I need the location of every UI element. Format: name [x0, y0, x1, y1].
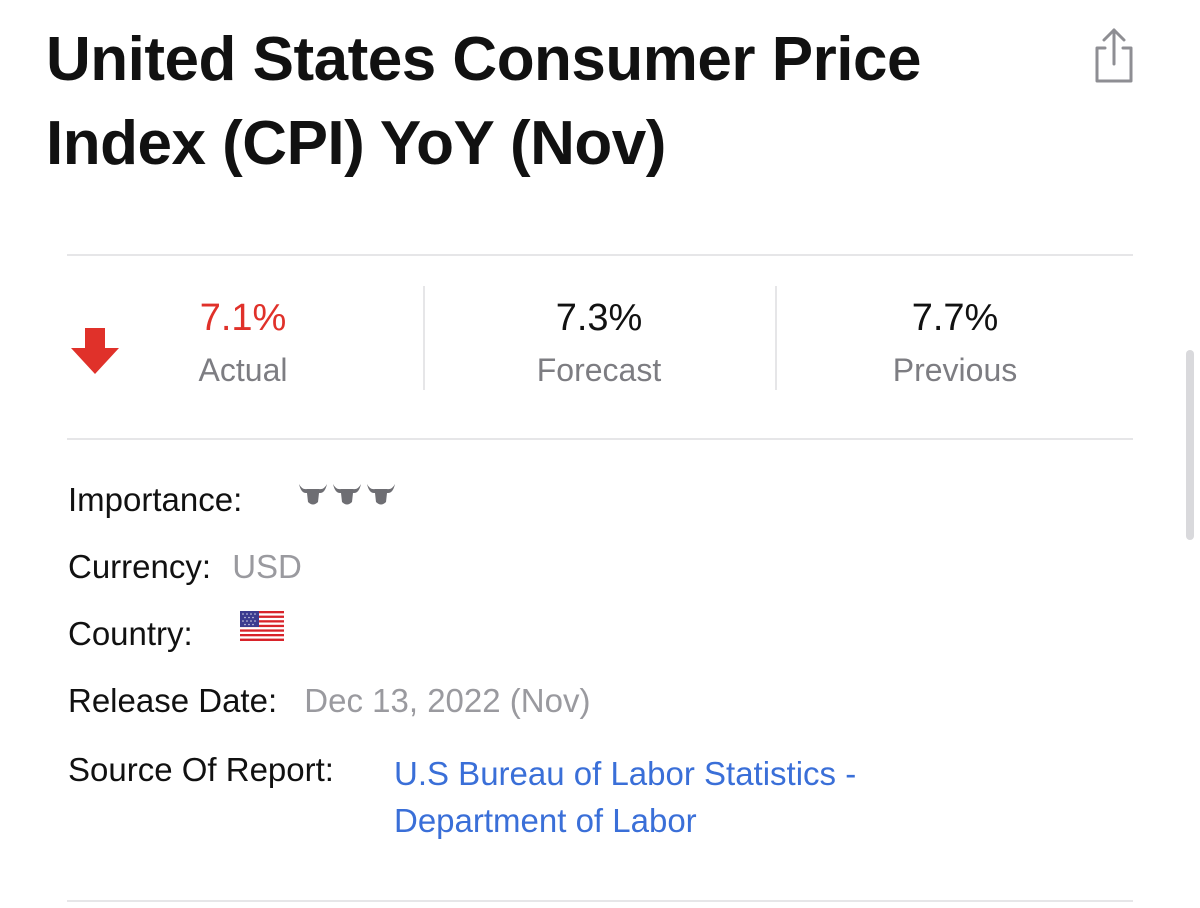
importance-label: Importance: [68, 481, 243, 518]
actual-stat: 7.1% Actual [177, 294, 309, 390]
stat-separator [423, 286, 425, 390]
currency-value: USD [232, 548, 302, 585]
share-icon [1095, 28, 1133, 83]
release-date-label: Release Date: [68, 682, 278, 719]
importance-rating [298, 480, 396, 508]
page-title-line-2: Index (CPI) YoY (Nov) [46, 109, 666, 178]
page-title-line-1: United States Consumer Price [46, 25, 921, 94]
source-label: Source Of Report: [68, 751, 334, 788]
bottom-divider [67, 900, 1133, 902]
release-date-row: Release Date: Dec 13, 2022 (Nov) [68, 681, 590, 721]
release-date-value: Dec 13, 2022 (Nov) [304, 682, 591, 719]
scrollbar[interactable] [1186, 350, 1194, 540]
currency-row: Currency: USD [68, 547, 302, 587]
stat-separator [775, 286, 777, 390]
country-row: Country: [68, 614, 193, 654]
stats-row: 7.1% Actual 7.3% Forecast 7.7% Previous [67, 270, 1133, 410]
middle-divider [67, 438, 1133, 440]
currency-label: Currency: [68, 548, 212, 585]
source-link-line-1[interactable]: U.S Bureau of Labor Statistics - [394, 750, 856, 797]
us-flag-icon [240, 611, 284, 641]
forecast-value: 7.3% [555, 297, 643, 339]
importance-row: Importance: [68, 480, 242, 520]
actual-label: Actual [198, 352, 288, 388]
source-row: Source Of Report: [68, 750, 334, 790]
previous-value: 7.7% [911, 297, 999, 339]
share-button[interactable] [1088, 26, 1140, 84]
arrow-down-icon [71, 328, 119, 374]
page-title: United States Consumer Price Index (CPI)… [46, 18, 1046, 186]
source-link[interactable]: U.S Bureau of Labor Statistics - Departm… [394, 750, 856, 844]
country-label: Country: [68, 615, 193, 652]
forecast-stat: 7.3% Forecast [501, 294, 697, 390]
previous-label: Previous [892, 352, 1018, 388]
actual-value: 7.1% [199, 297, 287, 339]
source-link-line-2[interactable]: Department of Labor [394, 797, 856, 844]
top-divider [67, 254, 1133, 256]
bull-icon [299, 484, 395, 505]
previous-stat: 7.7% Previous [855, 294, 1055, 390]
forecast-label: Forecast [536, 352, 662, 388]
